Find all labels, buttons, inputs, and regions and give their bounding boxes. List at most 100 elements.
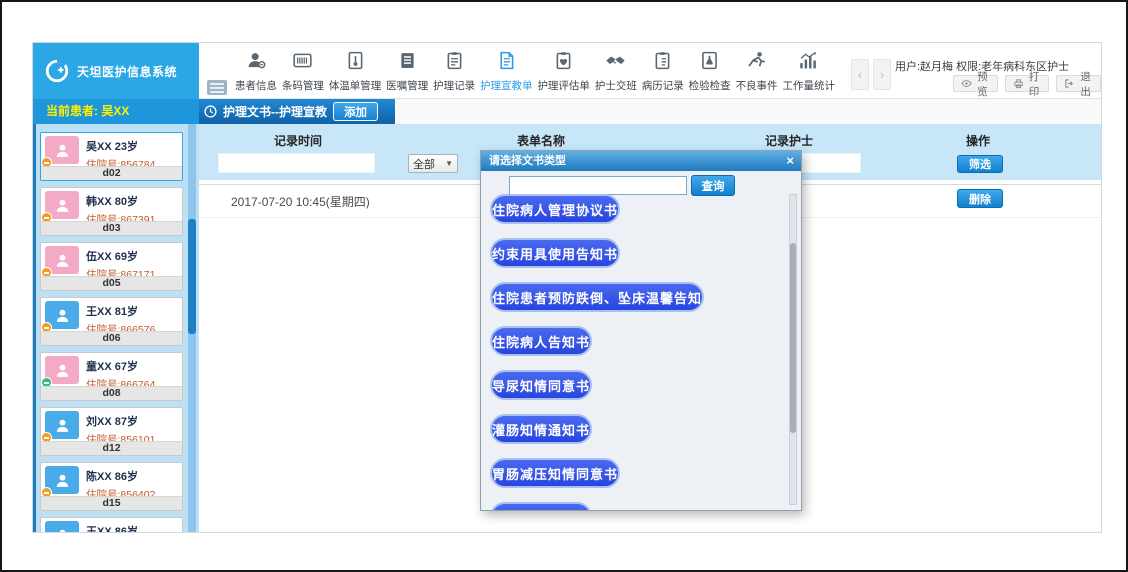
column-header-form: 表单名称	[517, 132, 565, 149]
delete-button[interactable]: 删除	[957, 189, 1003, 208]
patient-card[interactable]: 伍XX 69岁住院号:867171d05	[40, 242, 183, 291]
dialog-scrollbar[interactable]	[789, 194, 797, 505]
bed-code: d03	[41, 221, 182, 235]
toolbar-item-nursing-record[interactable]: 护理记录	[433, 50, 475, 96]
patient-card[interactable]: 童XX 67岁住院号:866764 d08	[40, 352, 183, 401]
medical-record-icon	[652, 50, 673, 76]
time-filter-input[interactable]	[218, 153, 375, 173]
toolbar-item-lab-test[interactable]: 检验检查	[689, 50, 731, 96]
patient-card-top: 童XX 67岁住院号:866764	[41, 353, 182, 387]
patient-card[interactable]: 韩XX 80岁住院号:867391d03	[40, 187, 183, 236]
record-time-cell: 2017-07-20 10:45(星期四)	[231, 193, 370, 210]
patient-avatar	[45, 191, 79, 219]
doc-type-button[interactable]: 住院患者预防跌倒、坠床温馨告知	[490, 282, 704, 312]
logo-icon	[44, 58, 70, 84]
doc-type-button[interactable]: 胃肠减压知情同意书	[490, 458, 620, 488]
patient-card[interactable]: 吴XX 23岁住院号:856784 d02	[40, 132, 183, 181]
doc-type-button[interactable]: 住院一般同意书	[490, 502, 592, 511]
doc-type-button[interactable]: 灌肠知情通知书	[490, 414, 592, 444]
filter-button[interactable]: 筛选	[957, 155, 1003, 173]
doc-type-search-input[interactable]	[509, 176, 687, 195]
sidebar-scrollbar-thumb[interactable]	[188, 219, 196, 334]
patient-info: 陈XX 86岁住院号:856402	[86, 466, 155, 494]
workload-stats-icon	[798, 50, 819, 76]
patient-card-top: 王XX 81岁住院号:866576	[41, 298, 182, 332]
patient-list: 吴XX 23岁住院号:856784 d02 韩XX 80岁住院号:867391d03…	[33, 124, 199, 532]
toolbar-item-patient-info[interactable]: 患者信息	[235, 50, 277, 96]
orders-icon	[397, 50, 418, 76]
toolbar-scroll-left-button[interactable]: ‹	[851, 59, 869, 90]
column-header-time: 记录时间	[274, 132, 322, 149]
toolbar-item-label: 护士交班	[595, 78, 637, 93]
patient-card[interactable]: 刘XX 87岁住院号:856101 d12	[40, 407, 183, 456]
logout-button[interactable]: 退出	[1056, 75, 1101, 92]
action-button-label: 打印	[1027, 69, 1042, 99]
patient-card[interactable]: 王XX 86岁住院号:857265	[40, 517, 183, 532]
patient-avatar	[45, 301, 79, 329]
toolbar-item-label: 病历记录	[642, 78, 684, 93]
menu-icon[interactable]	[207, 80, 227, 95]
clock-icon	[204, 105, 217, 118]
toolbar-item-label: 体温单管理	[329, 78, 382, 93]
toolbar-item-medical-record[interactable]: 病历记录	[642, 50, 684, 96]
close-icon[interactable]: ×	[786, 152, 794, 170]
preview-button[interactable]: 预览	[953, 75, 998, 92]
patient-info: 王XX 86岁住院号:857265	[86, 521, 155, 532]
dialog-scrollbar-thumb[interactable]	[790, 243, 796, 433]
toolbar-item-label: 护理记录	[433, 78, 475, 93]
form-type-select[interactable]: 全部 ▼	[408, 154, 458, 173]
top-toolbar: 患者信息条码管理体温单管理医嘱管理护理记录护理宣教单护理评估单护士交班病历记录检…	[199, 43, 1101, 99]
assessment-sheet-icon	[553, 50, 574, 76]
toolbar-scroll-right-button[interactable]: ›	[873, 59, 891, 90]
toolbar-item-barcode[interactable]: 条码管理	[282, 50, 324, 96]
toolbar-item-education-sheet[interactable]: 护理宣教单	[480, 50, 533, 96]
add-button[interactable]: 添加	[333, 102, 378, 121]
toolbar-nav: ‹ ›	[851, 59, 891, 90]
form-type-select-value: 全部	[413, 156, 435, 172]
toolbar-item-adverse-event[interactable]: 不良事件	[736, 50, 778, 96]
patient-card[interactable]: 王XX 81岁住院号:866576d06	[40, 297, 183, 346]
doc-type-button[interactable]: 导尿知情同意书	[490, 370, 592, 400]
toolbar-item-label: 工作量统计	[782, 78, 835, 93]
toolbar-item-label: 检验检查	[689, 78, 731, 93]
patient-info: 吴XX 23岁住院号:856784	[86, 136, 155, 164]
patient-card-top: 韩XX 80岁住院号:867391	[41, 188, 182, 222]
user-actions: 预览打印退出	[953, 75, 1101, 92]
bed-code: d05	[41, 276, 182, 290]
doc-type-button[interactable]: 约束用具使用告知书	[490, 238, 620, 268]
nursing-record-icon	[444, 50, 465, 76]
section-title-tab: 护理文书--护理宣教 添加	[199, 99, 395, 124]
doc-type-button[interactable]: 住院病人管理协议书	[490, 194, 620, 224]
patient-name-age: 伍XX 69岁	[86, 248, 155, 264]
print-button[interactable]: 打印	[1005, 75, 1050, 92]
patient-name-age: 陈XX 86岁	[86, 468, 155, 484]
doc-type-button[interactable]: 住院病人告知书	[490, 326, 592, 356]
patient-card-top: 王XX 86岁住院号:857265	[41, 518, 182, 532]
toolbar-item-label: 条码管理	[282, 78, 324, 93]
toolbar-item-temperature-sheet[interactable]: 体温单管理	[329, 50, 382, 96]
patient-info: 童XX 67岁住院号:866764	[86, 356, 155, 384]
bed-code: d08	[41, 386, 182, 400]
bed-code: d02	[41, 166, 182, 180]
handover-icon	[605, 50, 626, 76]
action-button-label: 预览	[975, 69, 990, 99]
bed-code: d12	[41, 441, 182, 455]
patient-name-age: 王XX 86岁	[86, 523, 155, 532]
patient-avatar	[45, 466, 79, 494]
patient-info: 刘XX 87岁住院号:856101	[86, 411, 155, 439]
toolbar-item-handover[interactable]: 护士交班	[595, 50, 637, 96]
toolbar-item-label: 护理宣教单	[480, 78, 533, 93]
patient-sidebar: 天坦医护信息系统 当前患者: 吴XX 吴XX 23岁住院号:856784d02韩…	[33, 43, 199, 532]
toolbar-item-label: 患者信息	[235, 78, 277, 93]
temperature-sheet-icon	[345, 50, 366, 76]
toolbar-item-label: 护理评估单	[537, 78, 590, 93]
preview-icon	[961, 78, 972, 89]
toolbar-item-assessment-sheet[interactable]: 护理评估单	[537, 50, 590, 96]
bed-code: d06	[41, 331, 182, 345]
toolbar-item-orders[interactable]: 医嘱管理	[386, 50, 428, 96]
patient-card[interactable]: 陈XX 86岁住院号:856402d15	[40, 462, 183, 511]
search-button[interactable]: 查询	[691, 175, 735, 196]
toolbar-item-workload-stats[interactable]: 工作量统计	[782, 50, 835, 96]
sidebar-scrollbar[interactable]	[188, 124, 196, 532]
adverse-event-icon	[746, 50, 767, 76]
